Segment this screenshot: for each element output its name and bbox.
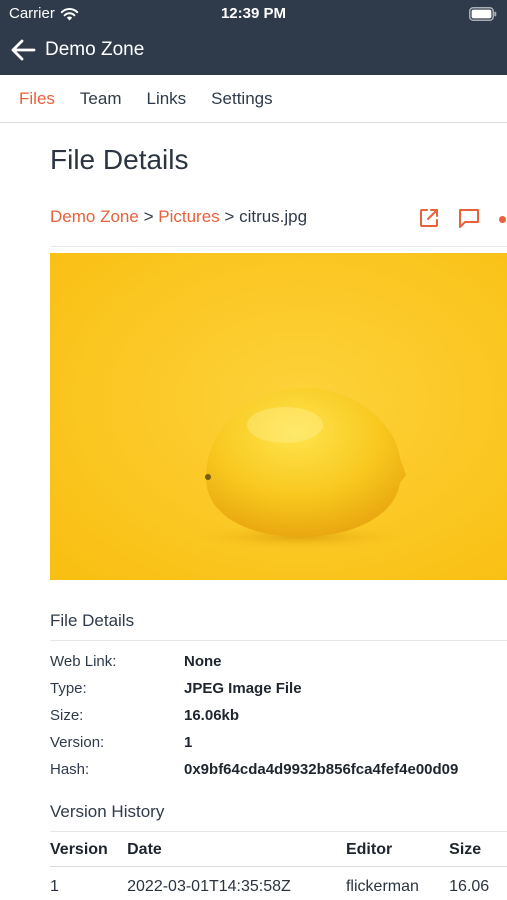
breadcrumb: Demo Zone > Pictures > citrus.jpg xyxy=(50,207,307,227)
nav-title: Demo Zone xyxy=(45,39,145,60)
column-header-version: Version xyxy=(50,841,108,858)
detail-label: Web Link: xyxy=(50,653,117,670)
column-header-editor: Editor xyxy=(345,841,393,858)
tab-team[interactable]: Team xyxy=(80,89,122,109)
detail-row-version: Version: 1 xyxy=(50,729,507,756)
status-bar: Carrier 12:39 PM xyxy=(0,0,507,28)
column-header-date: Date xyxy=(127,841,162,858)
version-history-table: Version Date Editor Size 1 2022-03-01T14… xyxy=(50,834,507,900)
more-icon[interactable] xyxy=(499,216,506,223)
cell-date: 2022-03-01T14:35:58Z xyxy=(127,878,291,895)
tab-bar: Files Team Links Settings xyxy=(0,75,507,123)
detail-value: JPEG Image File xyxy=(184,680,302,697)
back-arrow-icon[interactable] xyxy=(9,38,37,62)
file-actions xyxy=(417,206,481,230)
detail-value: None xyxy=(184,653,222,670)
cell-size: 16.06 xyxy=(449,878,490,895)
nav-bar: Demo Zone xyxy=(0,28,507,75)
divider xyxy=(50,246,507,247)
file-details-heading: File Details xyxy=(50,611,135,630)
detail-row-web-link: Web Link: None xyxy=(50,648,507,675)
tab-files[interactable]: Files xyxy=(19,89,55,109)
detail-row-hash: Hash: 0x9bf64cda4d9932b856fca4fef4e00d09 xyxy=(50,756,507,783)
detail-value: 1 xyxy=(184,734,193,751)
detail-label: Type: xyxy=(50,680,87,697)
detail-row-type: Type: JPEG Image File xyxy=(50,675,507,702)
battery-icon xyxy=(469,7,497,21)
detail-label: Version: xyxy=(50,734,105,751)
breadcrumb-separator: > xyxy=(224,207,235,226)
breadcrumb-separator: > xyxy=(143,207,154,226)
detail-label: Hash: xyxy=(50,761,90,778)
open-external-icon[interactable] xyxy=(417,206,441,230)
status-time: 12:39 PM xyxy=(220,5,287,22)
file-details-list: Web Link: None Type: JPEG Image File Siz… xyxy=(50,648,507,783)
table-row[interactable]: 1 2022-03-01T14:35:58Z flickerman 16.06 xyxy=(50,867,507,900)
table-header: Version Date Editor Size xyxy=(50,834,507,867)
divider xyxy=(50,640,507,641)
comment-icon[interactable] xyxy=(457,206,481,230)
column-header-size: Size xyxy=(449,841,482,858)
cell-editor: flickerman xyxy=(345,878,419,895)
breadcrumb-current-file: citrus.jpg xyxy=(239,207,308,226)
version-history-heading: Version History xyxy=(50,802,165,821)
detail-row-size: Size: 16.06kb xyxy=(50,702,507,729)
detail-value: 0x9bf64cda4d9932b856fca4fef4e00d09 xyxy=(184,761,459,778)
tab-settings[interactable]: Settings xyxy=(211,89,272,109)
top-bar: Carrier 12:39 PM Demo Zone xyxy=(0,0,507,75)
cell-version: 1 xyxy=(50,878,59,895)
page-title: File Details xyxy=(50,144,189,175)
divider xyxy=(50,831,507,832)
detail-value: 16.06kb xyxy=(184,707,240,724)
breadcrumb-zone-link[interactable]: Demo Zone xyxy=(50,207,139,226)
image-preview xyxy=(50,253,507,580)
lemon-image xyxy=(50,253,507,580)
breadcrumb-folder-link[interactable]: Pictures xyxy=(158,207,219,226)
detail-label: Size: xyxy=(50,707,84,724)
tab-links[interactable]: Links xyxy=(146,89,186,109)
